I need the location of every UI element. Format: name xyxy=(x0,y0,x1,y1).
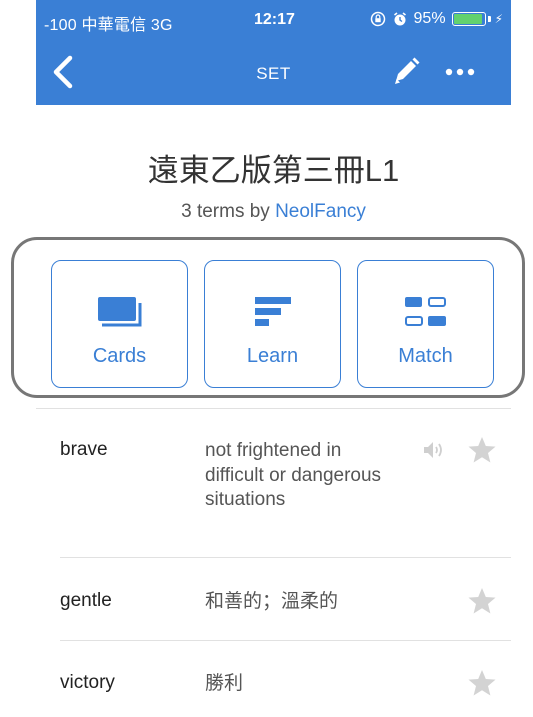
cards-icon xyxy=(52,295,187,329)
set-title: 遠東乙版第三冊L1 xyxy=(147,153,400,188)
app-header: -100 中華電信 3G 12:17 95% ⚡ SET xyxy=(36,0,511,105)
match-mode-button[interactable]: Match xyxy=(357,260,494,388)
star-icon[interactable] xyxy=(467,436,497,464)
term-text: brave xyxy=(60,439,108,460)
carrier-label: -100 中華電信 3G xyxy=(44,17,173,34)
set-meta: 3 terms by NeolFancy xyxy=(36,201,511,223)
terms-count-text: 3 terms by xyxy=(181,201,276,222)
status-right-group: 95% ⚡ xyxy=(370,10,503,28)
nav-title: SET xyxy=(256,64,291,83)
battery-percent: 95% xyxy=(413,10,446,27)
rotation-lock-icon xyxy=(370,11,385,27)
definition-text: 和善的；溫柔的 xyxy=(205,591,339,612)
learn-mode-button[interactable]: Learn xyxy=(204,260,341,388)
battery-tip xyxy=(487,16,491,22)
author-link[interactable]: NeolFancy xyxy=(275,201,366,222)
term-text: victory xyxy=(60,672,115,693)
status-time: 12:17 xyxy=(254,11,295,28)
match-icon xyxy=(358,295,493,329)
row-divider xyxy=(60,557,511,558)
more-dots-icon[interactable] xyxy=(442,60,478,84)
row-divider xyxy=(60,640,511,641)
battery-fill xyxy=(453,14,482,24)
status-bar: -100 中華電信 3G 12:17 95% ⚡ xyxy=(36,0,511,40)
cards-mode-button[interactable]: Cards xyxy=(51,260,188,388)
learn-icon xyxy=(205,295,340,329)
definition-text: not frightened in difficult or dangerous… xyxy=(205,440,382,510)
battery-icon xyxy=(451,12,486,26)
alarm-icon xyxy=(393,12,406,26)
charging-bolt-icon: ⚡ xyxy=(494,12,503,26)
star-icon[interactable] xyxy=(467,587,497,615)
star-icon[interactable] xyxy=(467,669,497,697)
definition-text: 勝利 xyxy=(205,673,244,694)
terms-top-divider xyxy=(36,408,511,409)
nav-bar: SET xyxy=(36,40,511,105)
mode-label-cards: Cards xyxy=(92,345,147,367)
edit-pencil-icon[interactable] xyxy=(391,56,421,88)
mode-label-match: Match xyxy=(398,345,453,367)
speaker-icon[interactable] xyxy=(422,439,446,461)
term-text: gentle xyxy=(60,590,112,611)
mode-label-learn: Learn xyxy=(246,345,299,367)
